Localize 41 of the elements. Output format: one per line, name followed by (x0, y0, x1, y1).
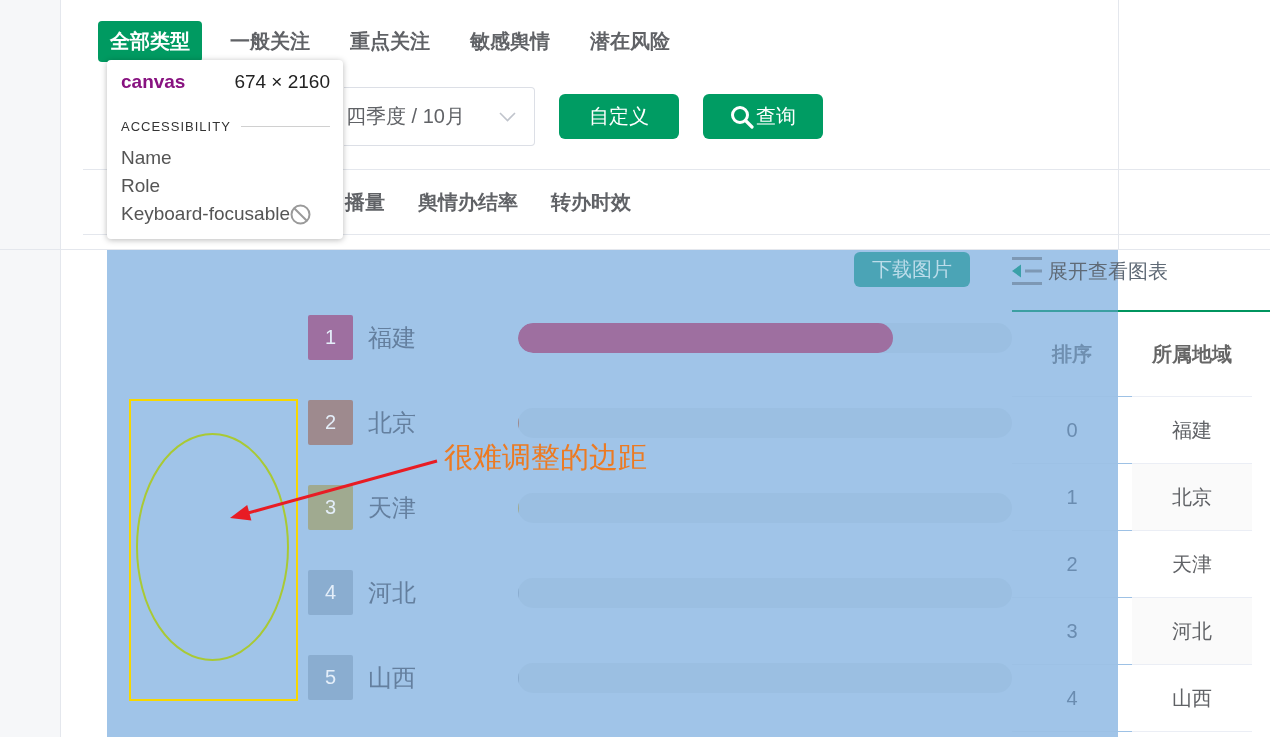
filter-tab[interactable]: 敏感舆情 (458, 21, 562, 62)
region-label: 河北 (368, 577, 417, 608)
list-arrow-icon (1012, 257, 1042, 285)
element-tag-label: canvas (121, 71, 186, 93)
table-cell: 山西 (1132, 664, 1252, 732)
table-cell: 4 (1012, 664, 1132, 732)
property-label: Role (121, 175, 161, 197)
chevron-down-icon (499, 111, 516, 122)
search-icon (730, 104, 754, 129)
table-cell: 河北 (1132, 597, 1252, 665)
table-cell: 0 (1012, 396, 1132, 464)
filter-tab[interactable]: 一般关注 (218, 21, 322, 62)
element-size-label: 674 × 2160 (234, 71, 330, 93)
region-label: 福建 (368, 322, 417, 353)
rank-badge: 2 (308, 400, 353, 445)
rank-badge: 3 (308, 485, 353, 530)
table-header-cell: 排序 (1012, 312, 1132, 397)
metric-tab[interactable]: 转办时效 (551, 188, 631, 216)
region-label: 天津 (368, 492, 417, 523)
table-cell: 福建 (1132, 396, 1252, 464)
property-label: Keyboard-focusable (121, 203, 290, 225)
rank-badge: 5 (308, 655, 353, 700)
table-cell: 北京 (1132, 463, 1252, 531)
region-label: 山西 (368, 662, 417, 693)
section-heading: ACCESSIBILITY (121, 118, 231, 134)
property-label: Name (121, 147, 172, 169)
rank-badge: 1 (308, 315, 353, 360)
filter-tab[interactable]: 潜在风险 (578, 21, 682, 62)
annotation-text: 很难调整的边距 (444, 442, 647, 474)
table-cell: 2 (1012, 530, 1132, 598)
rank-badge: 4 (308, 570, 353, 615)
search-button[interactable]: 查询 (703, 94, 823, 139)
period-select[interactable]: 四季度 / 10月 (344, 87, 535, 146)
metric-tab[interactable]: 舆情办结率 (418, 188, 518, 216)
metric-tab[interactable]: 播量 (345, 188, 385, 216)
region-label: 北京 (368, 407, 417, 438)
filter-tab[interactable]: 全部类型 (98, 21, 202, 62)
table-header-cell: 所属地域 (1132, 312, 1252, 397)
filter-tab[interactable]: 重点关注 (338, 21, 442, 62)
table-cell: 天津 (1132, 530, 1252, 598)
custom-button[interactable]: 自定义 (559, 94, 679, 139)
